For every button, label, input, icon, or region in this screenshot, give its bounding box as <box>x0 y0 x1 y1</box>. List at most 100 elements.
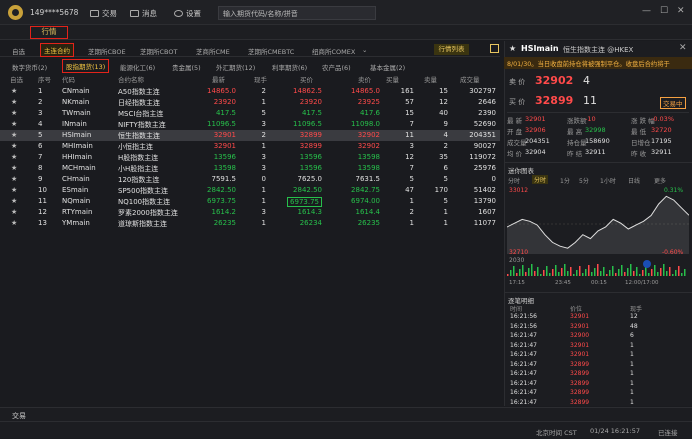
volume-bar <box>633 271 635 276</box>
table-row[interactable]: ★ 4 INmain NIFTY指数主连 11096.5 3 11096.5 11098.0 7… <box>0 119 500 130</box>
category-tab-index-futures[interactable]: 股指期货(13) <box>62 59 110 73</box>
trading-status-button[interactable]: 交易中 <box>660 97 686 109</box>
cell-code: MHImain <box>62 142 93 150</box>
table-row[interactable]: ★ 6 MHImain 小恒指主连 32901 1 32899 32902 3 2 90027 <box>0 141 500 152</box>
exchange-tab-main[interactable]: 主连合约 <box>40 43 74 57</box>
tick-qty: 1 <box>630 351 634 358</box>
cell-name: H股指数主连 <box>118 154 159 162</box>
col-header[interactable]: 卖价 <box>358 74 371 84</box>
star-icon[interactable]: ★ <box>11 219 17 227</box>
tab-quotes[interactable]: 行情 <box>30 26 68 39</box>
star-icon[interactable]: ★ <box>11 186 17 194</box>
star-icon[interactable]: ★ <box>11 87 17 95</box>
col-header[interactable]: 卖量 <box>424 74 437 84</box>
cell-name: 罗素2000指数主连 <box>118 209 178 217</box>
table-row[interactable]: ★ 13 YMmain 道琼斯指数主连 26235 1 26234 26235 1 1 11077 <box>0 218 500 229</box>
tick-time: 16:21:47 <box>510 351 537 358</box>
category-tab[interactable]: 贵金属(5) <box>172 62 201 72</box>
category-tab[interactable]: 数字货币(2) <box>12 62 47 72</box>
mini-chart[interactable]: 33012 0.31% 32710 -0.60% 2030 17:15 23:4… <box>507 184 689 286</box>
quote-list-button[interactable]: 行情列表 <box>434 44 469 55</box>
stat-value: 158690 <box>585 137 610 145</box>
category-tab[interactable]: 基本金属(2) <box>370 62 405 72</box>
cell-aq: 6 <box>443 164 448 172</box>
cell-code: ESmain <box>62 186 89 194</box>
cell-aq: 12 <box>439 98 448 106</box>
star-icon[interactable]: ★ <box>11 98 17 106</box>
table-row[interactable]: ★ 7 HHImain H股指数主连 13596 3 13596 13598 12 35 11907… <box>0 152 500 163</box>
stat-label: 昨 结 <box>567 150 583 158</box>
star-icon[interactable]: ★ <box>11 153 17 161</box>
chevron-down-icon[interactable]: ⌄ <box>362 46 367 54</box>
category-tab[interactable]: 利率期货(6) <box>272 62 307 72</box>
message-button[interactable]: 消息 <box>130 8 157 19</box>
cell-last: 32901 <box>213 142 236 150</box>
volume-bar <box>540 274 542 276</box>
exchange-tab[interactable]: 纽商所COMEX <box>312 46 355 56</box>
close-icon[interactable]: ✕ <box>679 43 687 53</box>
table-row[interactable]: ★ 8 MCHmain 小H股指主连 13598 3 13596 13598 7 6 25976 <box>0 163 500 174</box>
cell-hand: 1 <box>261 142 266 150</box>
col-header[interactable]: 买量 <box>386 74 399 84</box>
star-icon[interactable]: ★ <box>509 44 516 53</box>
col-header[interactable]: 买价 <box>300 74 313 84</box>
table-row[interactable]: ★ 1 CNmain A50指数主连 14865.0 2 14862.5 14865.0 161… <box>0 86 500 97</box>
col-header[interactable]: 代码 <box>62 74 75 84</box>
star-icon[interactable]: ★ <box>11 208 17 216</box>
table-row[interactable]: ★ 2 NKmain 日经指数主连 23920 1 23920 23925 57 12 2646 <box>0 97 500 108</box>
contract-code: HSImain <box>521 44 559 53</box>
exchange-tab[interactable]: 芝期所CMEBTC <box>248 46 294 56</box>
account-id[interactable]: 149****5678 <box>30 8 78 17</box>
col-header[interactable]: 自选 <box>10 74 23 84</box>
col-header[interactable]: 成交量 <box>460 74 480 84</box>
order-book: 卖 价 32902 4 买 价 32899 11 交易中 <box>507 73 689 113</box>
exchange-tab[interactable]: 芝期所CBOE <box>88 46 126 56</box>
exchange-tab[interactable]: 芝商所CME <box>196 46 230 56</box>
volume-bar <box>561 268 563 276</box>
close-icon[interactable]: ✕ <box>677 6 685 16</box>
star-icon[interactable]: ★ <box>11 131 17 139</box>
minimize-icon[interactable]: — <box>642 6 651 16</box>
star-icon[interactable]: ★ <box>11 164 17 172</box>
category-tab[interactable]: 能源化工(6) <box>120 62 155 72</box>
search-input[interactable]: 输入期货代码/名称/拼音 <box>218 6 376 20</box>
cell-bq: 7 <box>409 164 414 172</box>
maximize-icon[interactable]: ☐ <box>660 6 668 16</box>
stat-label: 最 新 <box>507 117 523 125</box>
star-icon[interactable]: ★ <box>11 175 17 183</box>
category-tab[interactable]: 农产品(6) <box>322 62 351 72</box>
star-icon[interactable]: ★ <box>11 197 17 205</box>
cell-code: MCHmain <box>62 164 96 172</box>
volume-bar <box>570 267 572 276</box>
star-icon[interactable]: ★ <box>11 109 17 117</box>
star-icon[interactable]: ★ <box>11 120 17 128</box>
trade-button[interactable]: 交易 <box>90 8 117 19</box>
tick-price: 32899 <box>570 360 590 368</box>
time-tick: 23:45 <box>555 280 571 286</box>
table-row[interactable]: ★ 10 ESmain SP500指数主连 2842.50 1 2842.50 2842.75… <box>0 185 500 196</box>
time-tick: 00:15 <box>591 280 607 286</box>
settings-button[interactable]: 设置 <box>174 8 201 19</box>
exchange-tab[interactable]: 自选 <box>12 46 25 56</box>
volume-bar <box>528 268 530 276</box>
col-header[interactable]: 合约名称 <box>118 74 144 84</box>
star-icon[interactable]: ★ <box>11 142 17 150</box>
table-row[interactable]: ★ 12 RTYmain 罗素2000指数主连 1614.2 3 1614.3 1614.4 2… <box>0 207 500 218</box>
top-bar: 149****5678 交易 消息 设置 输入期货代码/名称/拼音 — ☐ ✕ <box>0 0 692 25</box>
category-tab[interactable]: 外汇期货(12) <box>216 62 255 72</box>
volume-bar <box>678 266 680 276</box>
col-header[interactable]: 最新 <box>212 74 225 84</box>
col-header[interactable]: 现手 <box>254 74 267 84</box>
chart-tab-active[interactable]: 分时 <box>532 175 549 184</box>
exchange-tab[interactable]: 芝期所CBOT <box>140 46 177 56</box>
table-row[interactable]: ★ 11 NQmain NQ100指数主连 6973.75 1 6973.75 6974.00… <box>0 196 500 207</box>
table-row[interactable]: ★ 5 HSImain 恒生指数主连 32901 2 32899 32902 11 4 204351 <box>0 130 500 141</box>
bottom-trade-button[interactable]: 交易 <box>12 411 26 421</box>
table-row[interactable]: ★ 3 TWmain MSCI台指主连 417.5 5 417.5 417.6 15 40 2390 <box>0 108 500 119</box>
table-row[interactable]: ★ 9 CHmain 120指数主连 7591.5 0 7625.0 7631.5 5 5 0 <box>0 174 500 185</box>
col-header[interactable]: 序号 <box>38 74 51 84</box>
panel-toggle-icon[interactable] <box>490 44 499 53</box>
cell-hand: 1 <box>261 98 266 106</box>
volume-bar <box>510 270 512 276</box>
cell-bid: 2842.50 <box>293 186 322 194</box>
